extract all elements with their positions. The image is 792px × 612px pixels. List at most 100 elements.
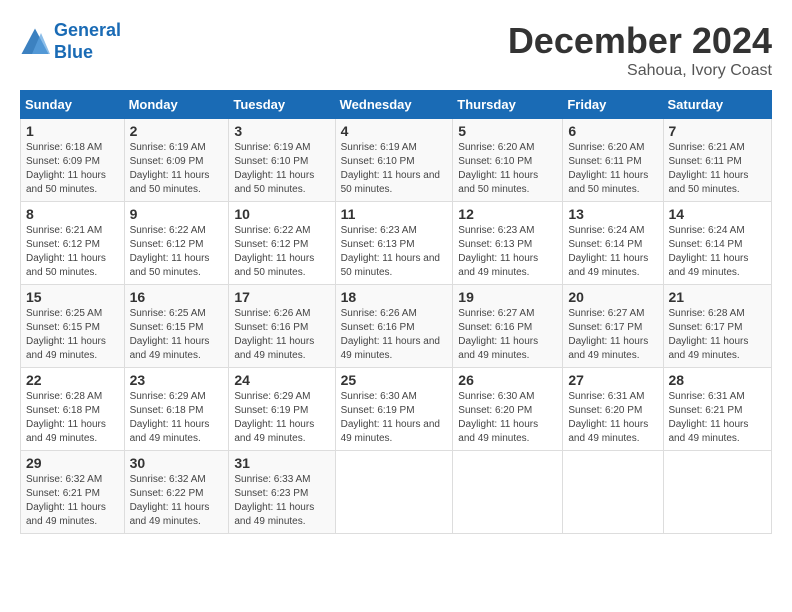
calendar-cell: 5 Sunrise: 6:20 AM Sunset: 6:10 PM Dayli… <box>453 119 563 202</box>
calendar-cell: 17 Sunrise: 6:26 AM Sunset: 6:16 PM Dayl… <box>229 285 335 368</box>
day-number: 3 <box>234 123 329 139</box>
calendar-cell: 11 Sunrise: 6:23 AM Sunset: 6:13 PM Dayl… <box>335 202 453 285</box>
day-number: 15 <box>26 289 119 305</box>
calendar-cell: 27 Sunrise: 6:31 AM Sunset: 6:20 PM Dayl… <box>563 368 663 451</box>
column-header-monday: Monday <box>124 91 229 119</box>
calendar-cell: 6 Sunrise: 6:20 AM Sunset: 6:11 PM Dayli… <box>563 119 663 202</box>
day-info: Sunrise: 6:18 AM Sunset: 6:09 PM Dayligh… <box>26 141 119 197</box>
calendar-cell: 8 Sunrise: 6:21 AM Sunset: 6:12 PM Dayli… <box>21 202 125 285</box>
calendar-cell: 1 Sunrise: 6:18 AM Sunset: 6:09 PM Dayli… <box>21 119 125 202</box>
calendar-cell: 21 Sunrise: 6:28 AM Sunset: 6:17 PM Dayl… <box>663 285 772 368</box>
calendar-week-4: 22 Sunrise: 6:28 AM Sunset: 6:18 PM Dayl… <box>21 368 772 451</box>
day-info: Sunrise: 6:31 AM Sunset: 6:21 PM Dayligh… <box>669 390 767 446</box>
logo: General Blue <box>20 20 121 63</box>
day-info: Sunrise: 6:31 AM Sunset: 6:20 PM Dayligh… <box>568 390 657 446</box>
day-number: 31 <box>234 455 329 471</box>
column-header-tuesday: Tuesday <box>229 91 335 119</box>
day-info: Sunrise: 6:33 AM Sunset: 6:23 PM Dayligh… <box>234 473 329 529</box>
day-number: 14 <box>669 206 767 222</box>
day-info: Sunrise: 6:19 AM Sunset: 6:10 PM Dayligh… <box>234 141 329 197</box>
calendar-cell <box>663 451 772 534</box>
calendar-cell: 13 Sunrise: 6:24 AM Sunset: 6:14 PM Dayl… <box>563 202 663 285</box>
day-number: 25 <box>341 372 448 388</box>
day-number: 18 <box>341 289 448 305</box>
column-header-saturday: Saturday <box>663 91 772 119</box>
day-info: Sunrise: 6:21 AM Sunset: 6:11 PM Dayligh… <box>669 141 767 197</box>
calendar-header-row: SundayMondayTuesdayWednesdayThursdayFrid… <box>21 91 772 119</box>
day-info: Sunrise: 6:20 AM Sunset: 6:10 PM Dayligh… <box>458 141 557 197</box>
calendar-cell: 3 Sunrise: 6:19 AM Sunset: 6:10 PM Dayli… <box>229 119 335 202</box>
calendar-cell: 2 Sunrise: 6:19 AM Sunset: 6:09 PM Dayli… <box>124 119 229 202</box>
day-info: Sunrise: 6:29 AM Sunset: 6:19 PM Dayligh… <box>234 390 329 446</box>
day-info: Sunrise: 6:20 AM Sunset: 6:11 PM Dayligh… <box>568 141 657 197</box>
day-number: 19 <box>458 289 557 305</box>
calendar-week-1: 1 Sunrise: 6:18 AM Sunset: 6:09 PM Dayli… <box>21 119 772 202</box>
day-number: 9 <box>130 206 224 222</box>
day-number: 13 <box>568 206 657 222</box>
calendar-cell: 14 Sunrise: 6:24 AM Sunset: 6:14 PM Dayl… <box>663 202 772 285</box>
page-header: General Blue December 2024 Sahoua, Ivory… <box>20 20 772 80</box>
day-number: 5 <box>458 123 557 139</box>
calendar-cell: 26 Sunrise: 6:30 AM Sunset: 6:20 PM Dayl… <box>453 368 563 451</box>
day-number: 10 <box>234 206 329 222</box>
day-info: Sunrise: 6:23 AM Sunset: 6:13 PM Dayligh… <box>458 224 557 280</box>
day-info: Sunrise: 6:19 AM Sunset: 6:10 PM Dayligh… <box>341 141 448 197</box>
calendar-cell <box>335 451 453 534</box>
calendar-cell: 23 Sunrise: 6:29 AM Sunset: 6:18 PM Dayl… <box>124 368 229 451</box>
day-number: 29 <box>26 455 119 471</box>
day-number: 12 <box>458 206 557 222</box>
day-info: Sunrise: 6:21 AM Sunset: 6:12 PM Dayligh… <box>26 224 119 280</box>
calendar-cell: 19 Sunrise: 6:27 AM Sunset: 6:16 PM Dayl… <box>453 285 563 368</box>
calendar-cell: 7 Sunrise: 6:21 AM Sunset: 6:11 PM Dayli… <box>663 119 772 202</box>
column-header-friday: Friday <box>563 91 663 119</box>
day-number: 28 <box>669 372 767 388</box>
column-header-thursday: Thursday <box>453 91 563 119</box>
day-number: 24 <box>234 372 329 388</box>
day-info: Sunrise: 6:32 AM Sunset: 6:22 PM Dayligh… <box>130 473 224 529</box>
location: Sahoua, Ivory Coast <box>508 62 772 80</box>
day-info: Sunrise: 6:28 AM Sunset: 6:17 PM Dayligh… <box>669 307 767 363</box>
calendar-cell: 31 Sunrise: 6:33 AM Sunset: 6:23 PM Dayl… <box>229 451 335 534</box>
day-number: 6 <box>568 123 657 139</box>
calendar-cell: 20 Sunrise: 6:27 AM Sunset: 6:17 PM Dayl… <box>563 285 663 368</box>
day-info: Sunrise: 6:32 AM Sunset: 6:21 PM Dayligh… <box>26 473 119 529</box>
day-number: 26 <box>458 372 557 388</box>
day-number: 4 <box>341 123 448 139</box>
day-number: 8 <box>26 206 119 222</box>
day-number: 17 <box>234 289 329 305</box>
calendar-cell: 30 Sunrise: 6:32 AM Sunset: 6:22 PM Dayl… <box>124 451 229 534</box>
title-block: December 2024 Sahoua, Ivory Coast <box>508 20 772 80</box>
calendar-cell: 29 Sunrise: 6:32 AM Sunset: 6:21 PM Dayl… <box>21 451 125 534</box>
calendar-cell: 4 Sunrise: 6:19 AM Sunset: 6:10 PM Dayli… <box>335 119 453 202</box>
day-info: Sunrise: 6:24 AM Sunset: 6:14 PM Dayligh… <box>669 224 767 280</box>
day-info: Sunrise: 6:29 AM Sunset: 6:18 PM Dayligh… <box>130 390 224 446</box>
calendar-week-5: 29 Sunrise: 6:32 AM Sunset: 6:21 PM Dayl… <box>21 451 772 534</box>
calendar-week-2: 8 Sunrise: 6:21 AM Sunset: 6:12 PM Dayli… <box>21 202 772 285</box>
day-number: 7 <box>669 123 767 139</box>
day-info: Sunrise: 6:25 AM Sunset: 6:15 PM Dayligh… <box>26 307 119 363</box>
day-number: 30 <box>130 455 224 471</box>
calendar-cell: 10 Sunrise: 6:22 AM Sunset: 6:12 PM Dayl… <box>229 202 335 285</box>
calendar-table: SundayMondayTuesdayWednesdayThursdayFrid… <box>20 90 772 534</box>
calendar-cell: 16 Sunrise: 6:25 AM Sunset: 6:15 PM Dayl… <box>124 285 229 368</box>
day-number: 11 <box>341 206 448 222</box>
calendar-week-3: 15 Sunrise: 6:25 AM Sunset: 6:15 PM Dayl… <box>21 285 772 368</box>
logo-text: General Blue <box>54 20 121 63</box>
day-info: Sunrise: 6:22 AM Sunset: 6:12 PM Dayligh… <box>130 224 224 280</box>
day-number: 27 <box>568 372 657 388</box>
day-number: 22 <box>26 372 119 388</box>
day-info: Sunrise: 6:24 AM Sunset: 6:14 PM Dayligh… <box>568 224 657 280</box>
calendar-cell: 24 Sunrise: 6:29 AM Sunset: 6:19 PM Dayl… <box>229 368 335 451</box>
day-info: Sunrise: 6:28 AM Sunset: 6:18 PM Dayligh… <box>26 390 119 446</box>
day-info: Sunrise: 6:26 AM Sunset: 6:16 PM Dayligh… <box>341 307 448 363</box>
column-header-wednesday: Wednesday <box>335 91 453 119</box>
calendar-cell: 22 Sunrise: 6:28 AM Sunset: 6:18 PM Dayl… <box>21 368 125 451</box>
calendar-cell: 18 Sunrise: 6:26 AM Sunset: 6:16 PM Dayl… <box>335 285 453 368</box>
calendar-cell <box>563 451 663 534</box>
column-header-sunday: Sunday <box>21 91 125 119</box>
day-info: Sunrise: 6:22 AM Sunset: 6:12 PM Dayligh… <box>234 224 329 280</box>
day-number: 1 <box>26 123 119 139</box>
calendar-cell: 15 Sunrise: 6:25 AM Sunset: 6:15 PM Dayl… <box>21 285 125 368</box>
day-number: 2 <box>130 123 224 139</box>
logo-line2: Blue <box>54 42 93 62</box>
